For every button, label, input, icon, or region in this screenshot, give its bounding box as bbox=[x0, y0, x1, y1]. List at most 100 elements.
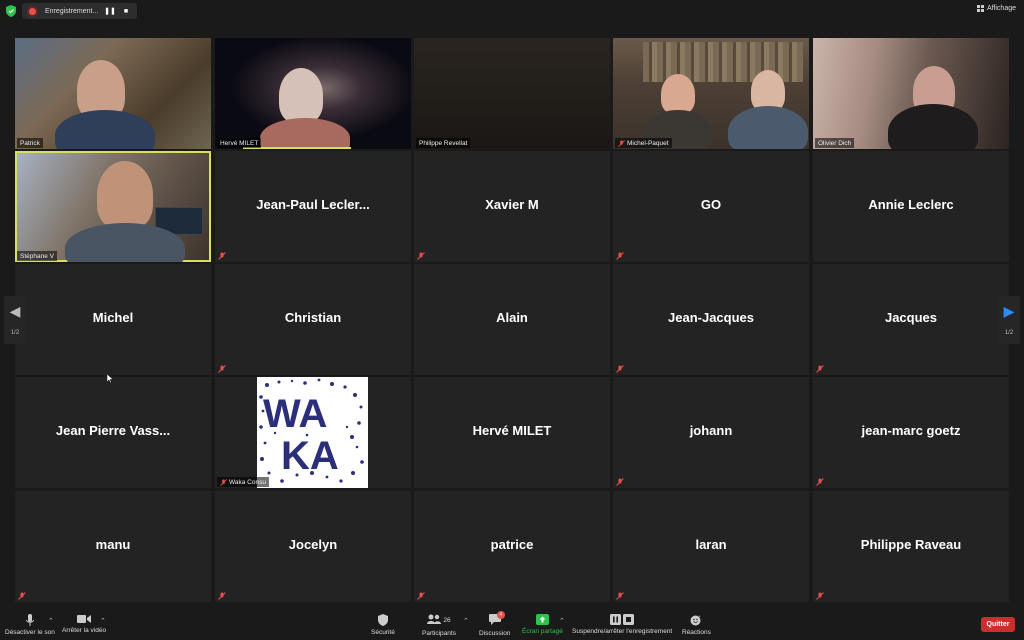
participant-video bbox=[279, 68, 323, 123]
mic-muted-icon bbox=[618, 139, 625, 147]
participant-tile[interactable]: GO bbox=[613, 151, 809, 262]
share-screen-label: Écran partagé bbox=[522, 628, 563, 635]
participant-video bbox=[888, 104, 978, 149]
page-indicator-right: 1/2 bbox=[1004, 330, 1014, 336]
participant-name-tag: Hervé MILET bbox=[217, 138, 262, 148]
smiley-plus-icon: + bbox=[690, 614, 702, 626]
participant-tile[interactable]: Michel bbox=[15, 264, 211, 375]
participant-video bbox=[260, 118, 350, 149]
participants-options-caret-icon[interactable]: ⌃ bbox=[463, 617, 469, 625]
participant-tile[interactable]: Annie Leclerc bbox=[813, 151, 1009, 262]
participant-tile[interactable]: laran bbox=[613, 491, 809, 602]
chat-label: Discussion bbox=[479, 630, 511, 637]
mic-muted-icon bbox=[616, 365, 624, 373]
participant-tile[interactable]: Alain bbox=[414, 264, 610, 375]
share-screen-button[interactable]: Écran partagé bbox=[522, 614, 563, 635]
participant-name: Philippe Raveau bbox=[860, 537, 962, 552]
participant-name: laran bbox=[695, 537, 727, 552]
participant-name-tag: Waka Consu bbox=[217, 477, 269, 487]
security-button[interactable]: Sécurité bbox=[371, 614, 395, 636]
mic-muted-icon bbox=[816, 592, 824, 600]
mic-muted-icon bbox=[816, 478, 824, 486]
audio-options-caret-icon[interactable]: ⌃ bbox=[48, 617, 54, 625]
participants-label: Participants bbox=[422, 630, 456, 637]
pause-icon bbox=[610, 614, 622, 625]
video-tile-philippe-revellat[interactable]: Philippe Revellat bbox=[414, 38, 610, 149]
participant-name: jean-marc goetz bbox=[861, 423, 961, 438]
participants-count: 26 bbox=[443, 617, 451, 624]
participant-tile-waka-consu[interactable]: WA KA Waka Consu bbox=[215, 377, 411, 488]
mic-muted-icon bbox=[417, 252, 425, 260]
previous-page-button[interactable]: ◀ 1/2 bbox=[4, 296, 26, 344]
security-shield-icon[interactable] bbox=[6, 5, 16, 17]
participant-tile[interactable]: Xavier M bbox=[414, 151, 610, 262]
participant-tile[interactable]: Christian bbox=[215, 264, 411, 375]
waka-logo-text-1: WA bbox=[263, 392, 327, 436]
participant-name-tag: Olivier Dich bbox=[815, 138, 855, 148]
participant-name: Jean-Jacques bbox=[668, 310, 754, 325]
participant-tile[interactable]: Jacques bbox=[813, 264, 1009, 375]
participant-name: Jean-Paul Lecler... bbox=[256, 197, 370, 212]
participant-name-tag: Stéphane V bbox=[17, 251, 57, 261]
share-options-caret-icon[interactable]: ⌃ bbox=[559, 617, 565, 625]
participant-name: Christian bbox=[284, 310, 342, 325]
mic-muted-icon bbox=[616, 478, 624, 486]
participant-tile[interactable]: manu bbox=[15, 491, 211, 602]
mic-muted-icon bbox=[816, 365, 824, 373]
view-button[interactable]: Affichage bbox=[976, 5, 1016, 12]
participant-name: Jocelyn bbox=[288, 537, 338, 552]
participant-tile[interactable]: patrice bbox=[414, 491, 610, 602]
participant-name-tag: Patrick bbox=[17, 138, 43, 148]
recording-indicator: Enregistrement... ❚❚ ■ bbox=[22, 3, 137, 19]
mic-muted-icon bbox=[220, 478, 227, 486]
participant-name-tag: Philippe Revellat bbox=[416, 138, 471, 148]
participant-tile[interactable]: johann bbox=[613, 377, 809, 488]
participant-name: johann bbox=[689, 423, 733, 438]
participant-tile[interactable]: Philippe Raveau bbox=[813, 491, 1009, 602]
participant-name-tag: Michel-Paquet bbox=[615, 138, 672, 148]
video-tile-patrick[interactable]: Patrick bbox=[15, 38, 211, 149]
video-options-caret-icon[interactable]: ⌃ bbox=[100, 617, 106, 625]
participant-video bbox=[97, 161, 153, 229]
security-label: Sécurité bbox=[371, 629, 395, 636]
pause-recording-icon[interactable]: ❚❚ bbox=[104, 6, 116, 16]
video-tile-olivier-dich[interactable]: Olivier Dich bbox=[813, 38, 1009, 149]
participant-name: Xavier M bbox=[485, 197, 539, 212]
reactions-button[interactable]: + Réactions bbox=[682, 614, 711, 636]
shield-icon bbox=[377, 614, 388, 626]
video-tile-herve-milet[interactable]: Hervé MILET bbox=[215, 38, 411, 149]
waka-logo-text-2: KA bbox=[281, 434, 339, 478]
participant-video bbox=[728, 106, 808, 149]
mic-muted-icon bbox=[616, 592, 624, 600]
participant-name: Hervé MILET bbox=[472, 423, 552, 438]
participant-name: Michel bbox=[92, 310, 134, 325]
chat-button[interactable]: 4 Discussion bbox=[479, 611, 511, 637]
participant-video bbox=[55, 110, 155, 149]
participant-name: patrice bbox=[490, 537, 534, 552]
next-page-button[interactable]: ▶ 1/2 bbox=[998, 296, 1020, 344]
mic-muted-icon bbox=[417, 592, 425, 600]
mute-label: Désactiver le son bbox=[5, 629, 55, 636]
participant-tile[interactable]: Jean-Jacques bbox=[613, 264, 809, 375]
participant-tile[interactable]: Jean Pierre Vass... bbox=[15, 377, 211, 488]
participants-button[interactable]: 26 Participants bbox=[422, 614, 456, 637]
chevron-left-icon: ◀ bbox=[9, 303, 21, 319]
participant-name: manu bbox=[95, 537, 131, 552]
leave-meeting-button[interactable]: Quitter bbox=[981, 617, 1015, 632]
share-screen-icon bbox=[535, 614, 549, 625]
participant-tile[interactable]: jean-marc goetz bbox=[813, 377, 1009, 488]
video-tile-stephane-v-active-speaker[interactable]: Stéphane V bbox=[15, 151, 211, 262]
stop-icon bbox=[623, 614, 635, 625]
video-tile-michel-paquet[interactable]: Michel-Paquet bbox=[613, 38, 809, 149]
meeting-toolbar: Désactiver le son ⌃ Arrêter la vidéo ⌃ S… bbox=[0, 608, 1024, 640]
participant-name: Jean Pierre Vass... bbox=[55, 423, 171, 438]
participant-tile[interactable]: Hervé MILET bbox=[414, 377, 610, 488]
mic-muted-icon bbox=[218, 252, 226, 260]
participant-tile[interactable]: Jean-Paul Lecler... bbox=[215, 151, 411, 262]
mic-muted-icon bbox=[616, 252, 624, 260]
participant-tile[interactable]: Jocelyn bbox=[215, 491, 411, 602]
microphone-icon bbox=[25, 614, 34, 626]
pause-stop-recording-button[interactable]: Suspendre/arrêter l'enregistrement bbox=[572, 614, 672, 635]
stop-recording-icon[interactable]: ■ bbox=[121, 6, 131, 16]
video-label: Arrêter la vidéo bbox=[62, 627, 107, 634]
